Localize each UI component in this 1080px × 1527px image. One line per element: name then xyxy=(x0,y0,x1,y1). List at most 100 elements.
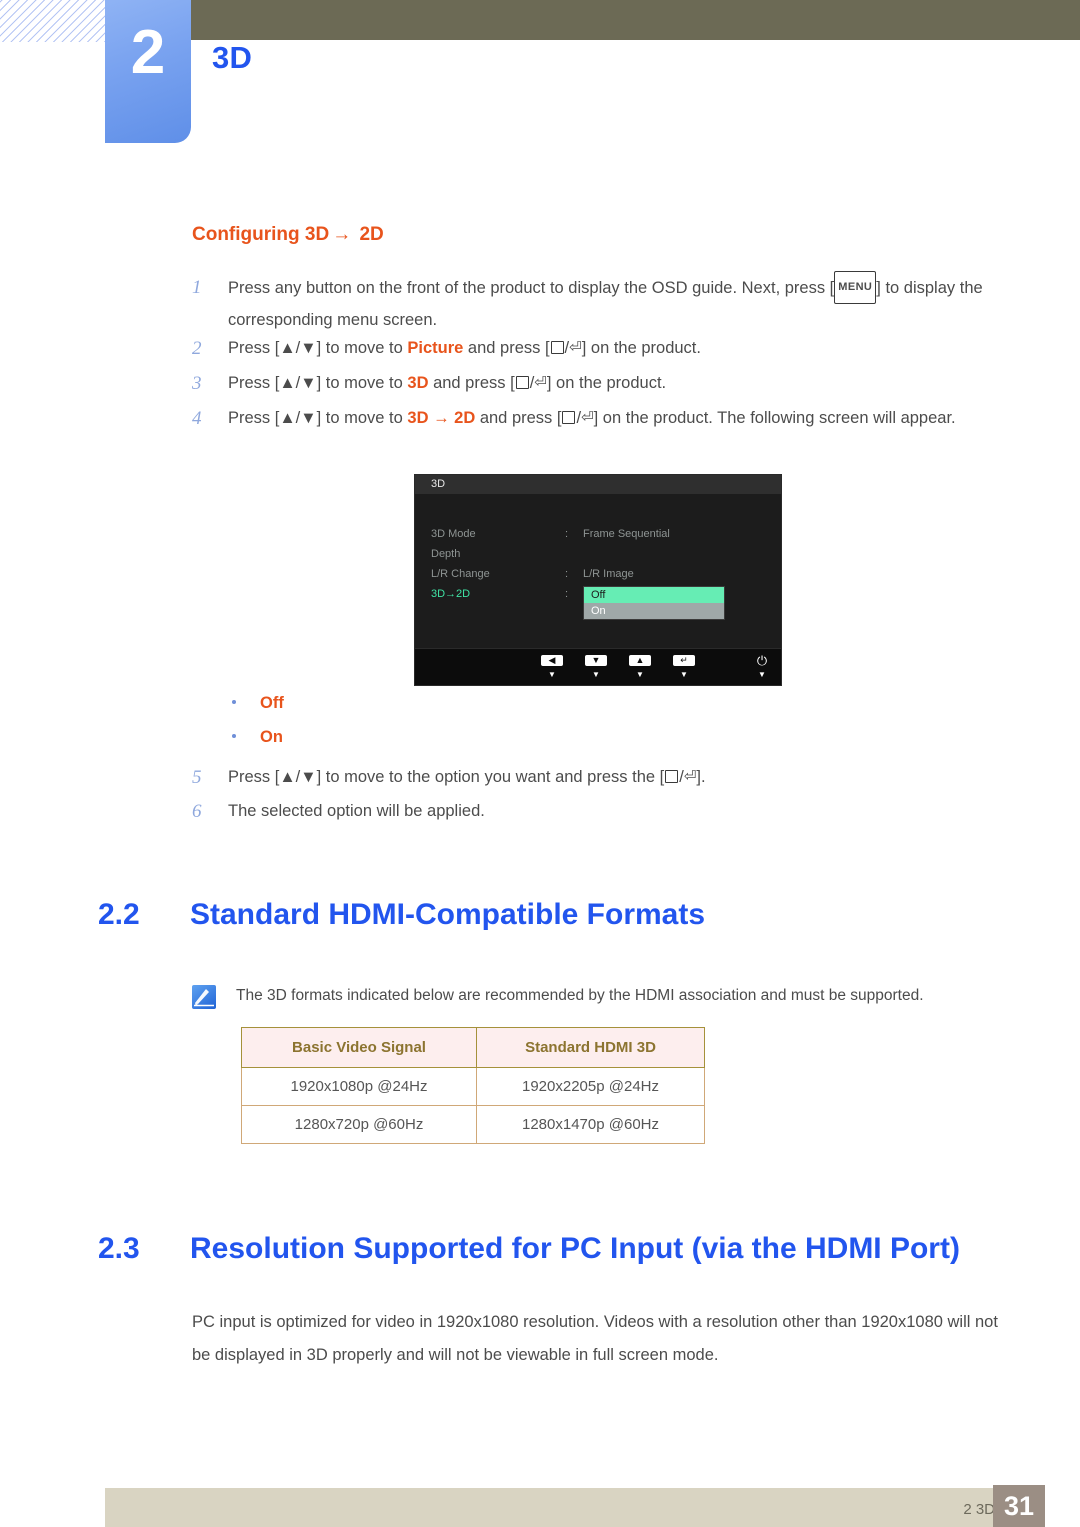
osd-screenshot: 3D 3D Mode: Frame Sequential Depth L/R Chan… xyxy=(414,474,782,686)
step-text: Press [▲/▼] to move to the option you wa… xyxy=(228,762,1010,793)
osd-row-label: 3D Mode xyxy=(431,528,476,540)
step-number: 6 xyxy=(192,801,202,822)
caret-down-icon: ▼ xyxy=(758,670,766,679)
sub-heading: Configuring 3D → 2D xyxy=(192,224,384,246)
step-text-run: Press [▲/▼] to move to xyxy=(228,409,408,427)
table-row: 1280x720p @60Hz 1280x1470p @60Hz xyxy=(241,1105,705,1144)
step-item: 4 Press [▲/▼] to move to 3D → 2D and pres… xyxy=(192,403,1012,434)
step-text-run: Press [▲/▼] to move to the option you wa… xyxy=(228,768,665,786)
sub-heading-suffix: 2D xyxy=(359,224,384,245)
highlighted-term: 3D xyxy=(407,374,429,392)
down-arrow-icon: ▼ xyxy=(585,655,607,666)
manual-page: 2 3D Configuring 3D → 2D 1 Press any butto… xyxy=(0,0,1080,1527)
step-number: 2 xyxy=(192,338,202,359)
osd-row-value: L/R Image xyxy=(583,568,634,580)
osd-row-label: L/R Change xyxy=(431,568,490,580)
chapter-number: 2 xyxy=(130,18,166,87)
caret-down-icon: ▼ xyxy=(592,670,600,679)
section-heading-2-3: 2.3 Resolution Supported for PC Input (vi… xyxy=(98,1232,960,1266)
caret-down-icon: ▼ xyxy=(680,670,688,679)
hdmi-format-table: Basic Video Signal Standard HDMI 3D 1920… xyxy=(241,1027,705,1144)
enter-key-icon: ⏎ xyxy=(581,409,594,427)
sub-heading-prefix: Configuring 3D xyxy=(192,224,330,245)
footer-label: 2 3D xyxy=(963,1501,995,1518)
osd-menu-row[interactable]: L/R Change: L/R Image xyxy=(431,568,767,588)
osd-dropdown[interactable]: Off On xyxy=(583,586,725,620)
box-key-icon xyxy=(665,770,679,784)
step-text-run: ] on the product. xyxy=(546,374,667,392)
bullet-item-off: Off xyxy=(232,694,284,713)
step-number: 4 xyxy=(192,408,202,429)
step-text-run: Press [▲/▼] to move to xyxy=(228,339,408,357)
step-text-run: Press [▲/▼] to move to xyxy=(228,374,408,392)
header-olive-bar xyxy=(175,0,1080,40)
up-arrow-icon: ▲ xyxy=(629,655,651,666)
step-text-run: Press any button on the front of the pro… xyxy=(228,278,830,297)
osd-power-button[interactable]: ⏻ ▼ xyxy=(751,653,773,679)
step-text: Press [▲/▼] to move to 3D → 2D and press… xyxy=(228,403,1010,434)
step-text-run: ]. xyxy=(696,768,706,786)
chapter-tab: 2 xyxy=(105,0,191,143)
menu-key-icon: MENU xyxy=(834,271,877,304)
osd-dropdown-option[interactable]: On xyxy=(584,603,724,619)
section-heading-2-2: 2.2 Standard HDMI-Compatible Formats xyxy=(98,898,705,932)
table-cell: 1920x2205p @24Hz xyxy=(476,1067,705,1106)
power-icon: ⏻ xyxy=(756,653,768,668)
step-number: 5 xyxy=(192,767,202,788)
table-header-row: Basic Video Signal Standard HDMI 3D xyxy=(241,1027,705,1068)
highlighted-term: Picture xyxy=(407,339,464,357)
box-key-icon xyxy=(515,376,529,390)
osd-button-bar: ◀ ▼ ▼ ▼ ▲ ▼ ↵ ▼ ⏻ ▼ xyxy=(415,648,781,685)
body-paragraph: PC input is optimized for video in 1920x… xyxy=(192,1313,998,1364)
osd-title: 3D xyxy=(415,475,781,494)
osd-menu-body: 3D Mode: Frame Sequential Depth L/R Change:… xyxy=(415,494,781,651)
osd-up-arrow-button[interactable]: ▲ ▼ xyxy=(629,655,651,679)
box-key-icon xyxy=(550,341,564,355)
step-text: The selected option will be applied. xyxy=(228,796,1010,827)
caret-down-icon: ▼ xyxy=(548,670,556,679)
table-header-cell: Standard HDMI 3D xyxy=(476,1027,705,1068)
bullet-label: Off xyxy=(260,694,284,712)
osd-menu-row[interactable]: 3D→2D: Off On xyxy=(431,586,767,620)
highlighted-term: 3D → 2D xyxy=(407,409,476,427)
osd-row-colon: : xyxy=(565,568,569,580)
step-text-run: and press [ xyxy=(428,374,515,392)
step-item: 1 Press any button on the front of the pr… xyxy=(192,271,1012,336)
decorative-hatch-pattern xyxy=(0,0,105,42)
box-key-icon xyxy=(562,411,576,425)
osd-dropdown-option[interactable]: Off xyxy=(584,587,724,603)
left-arrow-icon: ◀ xyxy=(541,655,563,666)
section-title: Resolution Supported for PC Input (via t… xyxy=(190,1232,960,1265)
step-text-run: and press [ xyxy=(475,409,562,427)
step-text: Press [▲/▼] to move to Picture and press… xyxy=(228,333,1010,364)
step-number: 3 xyxy=(192,373,202,394)
bullet-dot-icon xyxy=(232,699,236,704)
osd-enter-button[interactable]: ↵ ▼ xyxy=(673,655,695,679)
step-number: 1 xyxy=(192,277,202,298)
osd-row-value: Frame Sequential xyxy=(583,528,670,540)
bullet-item-on: On xyxy=(232,728,283,747)
step-item: 5 Press [▲/▼] to move to the option you w… xyxy=(192,762,1012,793)
step-text: Press [▲/▼] to move to 3D and press [/⏎]… xyxy=(228,368,1010,399)
step-item: 6 The selected option will be applied. xyxy=(192,796,1012,827)
osd-down-arrow-button[interactable]: ▼ ▼ xyxy=(585,655,607,679)
page-number: 31 xyxy=(993,1485,1045,1527)
osd-left-arrow-button[interactable]: ◀ ▼ xyxy=(541,655,563,679)
step-text-run: ] on the product. xyxy=(581,339,701,357)
note-icon xyxy=(192,985,216,1009)
footer-bar xyxy=(105,1488,1020,1527)
table-cell: 1280x720p @60Hz xyxy=(241,1105,477,1144)
step-text-run: ] on the product. The following screen w… xyxy=(593,409,956,427)
osd-menu-row[interactable]: 3D Mode: Frame Sequential xyxy=(431,528,767,548)
table-cell: 1920x1080p @24Hz xyxy=(241,1067,477,1106)
enter-key-icon: ⏎ xyxy=(683,768,697,786)
enter-icon: ↵ xyxy=(673,655,695,666)
osd-row-label: 3D→2D xyxy=(431,588,471,600)
bullet-dot-icon xyxy=(232,733,236,738)
step-text: Press any button on the front of the pro… xyxy=(228,271,1010,336)
enter-key-icon: ⏎ xyxy=(569,339,582,357)
section-number: 2.2 xyxy=(98,898,140,931)
osd-row-colon: : xyxy=(565,528,569,540)
table-header-cell: Basic Video Signal xyxy=(241,1027,477,1068)
osd-menu-row[interactable]: Depth xyxy=(431,548,767,568)
